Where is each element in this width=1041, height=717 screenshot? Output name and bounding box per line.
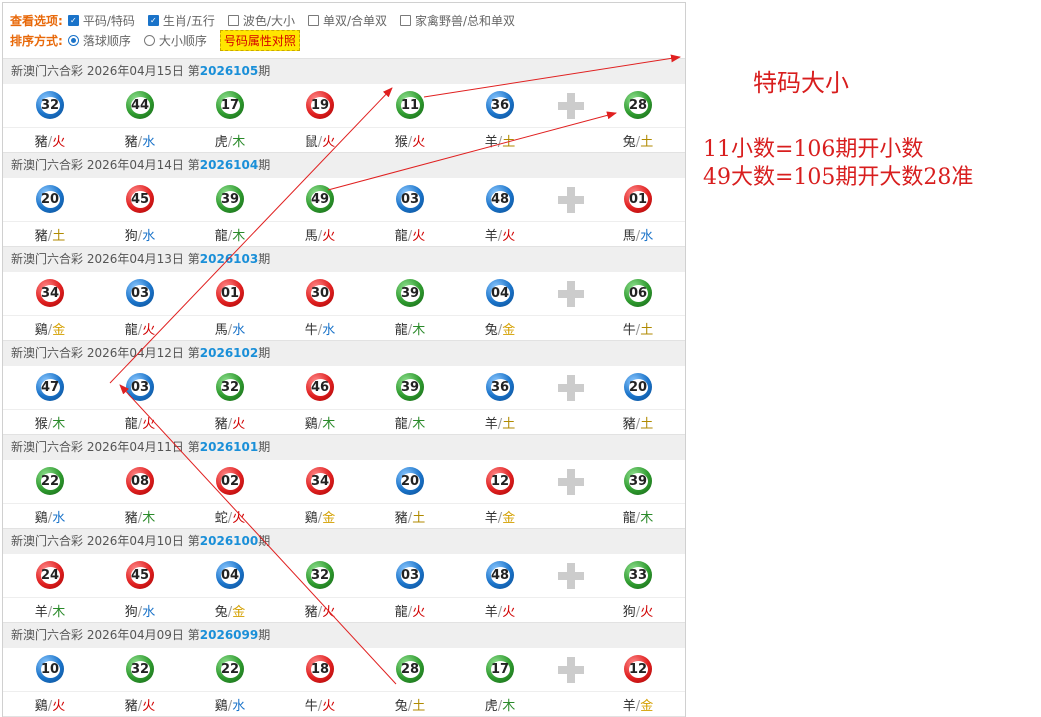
arrow-to-special-size [423, 54, 681, 98]
arrow-49-to-28 [327, 111, 617, 191]
annotation-arrows [109, 54, 681, 685]
arrow-47-to-11 [109, 87, 393, 384]
arrow-28-to-47 [119, 384, 397, 685]
